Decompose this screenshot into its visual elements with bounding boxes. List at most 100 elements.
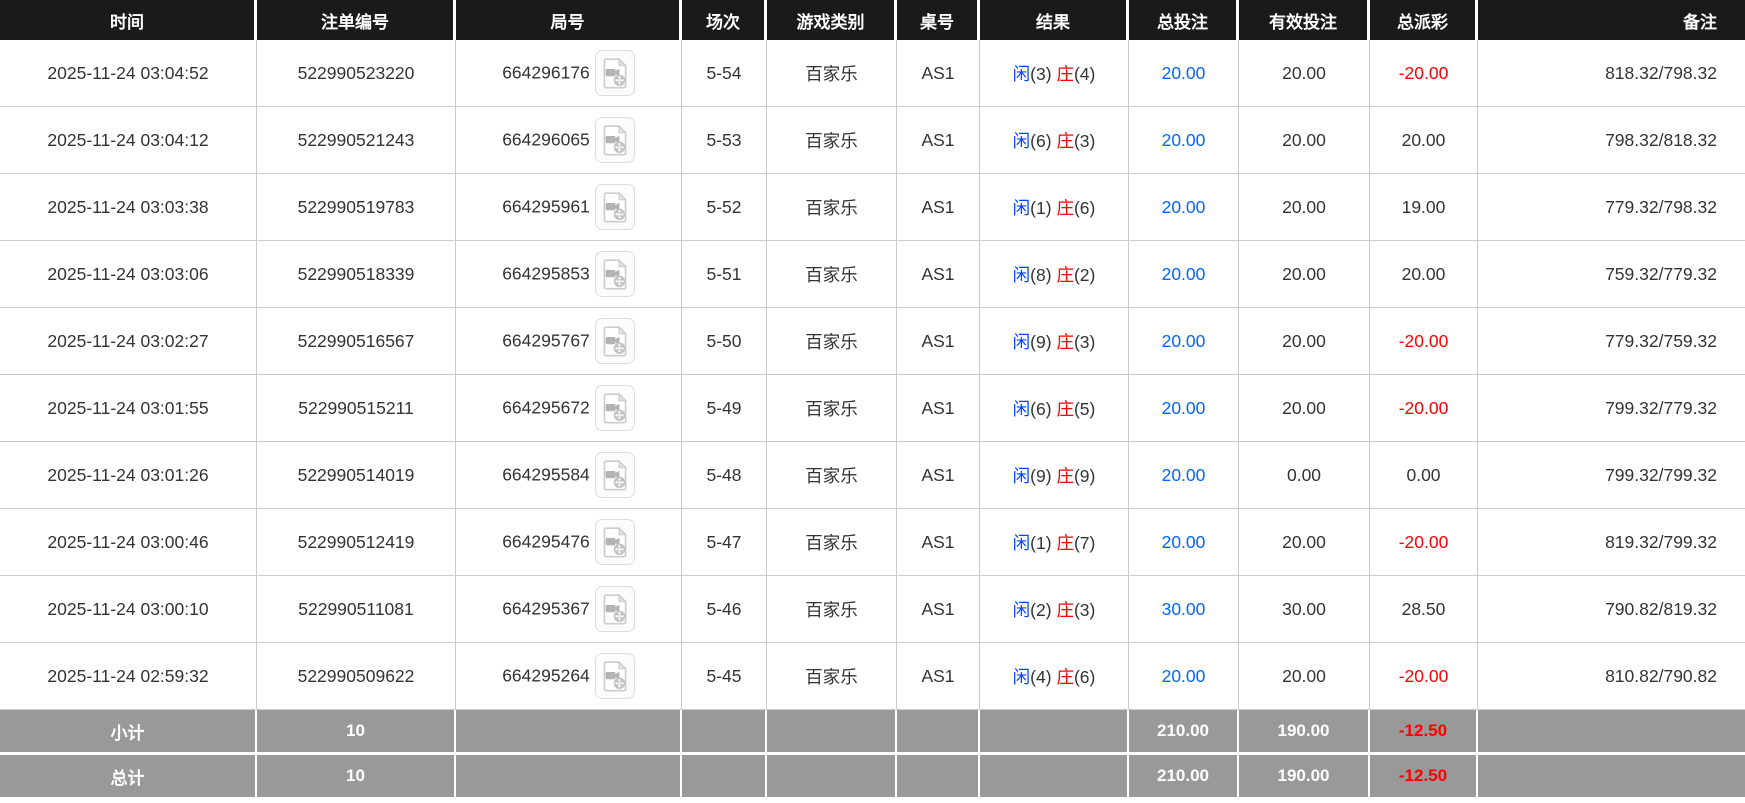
cell-table_no: AS1	[897, 308, 980, 375]
round-number: 664296176	[502, 63, 590, 83]
video-replay-button[interactable]	[595, 117, 635, 163]
column-header-payout: 总派彩	[1370, 0, 1478, 40]
subtotal-row-empty-cell	[767, 710, 897, 755]
cell-session: 5-48	[682, 442, 767, 509]
result-banker-count: (3)	[1074, 600, 1095, 620]
cell-round_no: 664295853	[456, 241, 682, 308]
cell-valid_bet: 0.00	[1239, 442, 1370, 509]
cell-time: 2025-11-24 03:04:12	[0, 107, 257, 174]
result-player-label: 闲	[1013, 667, 1031, 687]
cell-session: 5-49	[682, 375, 767, 442]
table-row: 2025-11-24 03:01:55522990515211664295672…	[0, 375, 1745, 442]
cell-time: 2025-11-24 03:01:26	[0, 442, 257, 509]
cell-remark: 819.32/799.32	[1478, 509, 1745, 576]
cell-session: 5-51	[682, 241, 767, 308]
cell-result: 闲(1) 庄(7)	[980, 509, 1129, 576]
total-row-empty-cell	[897, 755, 980, 799]
cell-session: 5-46	[682, 576, 767, 643]
cell-round_no: 664295264	[456, 643, 682, 710]
cell-game_type: 百家乐	[767, 509, 897, 576]
cell-round_no: 664296065	[456, 107, 682, 174]
cell-table_no: AS1	[897, 107, 980, 174]
result-player-count: (1)	[1030, 533, 1051, 553]
cell-valid_bet: 20.00	[1239, 643, 1370, 710]
video-replay-icon	[602, 458, 628, 492]
result-player-label: 闲	[1013, 265, 1031, 285]
cell-total_bet: 20.00	[1129, 308, 1239, 375]
cell-bet_no: 522990514019	[257, 442, 456, 509]
video-replay-button[interactable]	[595, 519, 635, 565]
column-header-result: 结果	[980, 0, 1129, 40]
cell-remark: 790.82/819.32	[1478, 576, 1745, 643]
result-player-label: 闲	[1013, 600, 1031, 620]
column-header-round_no: 局号	[456, 0, 682, 40]
cell-total_bet: 20.00	[1129, 509, 1239, 576]
cell-valid_bet: 20.00	[1239, 241, 1370, 308]
column-header-table_no: 桌号	[897, 0, 980, 40]
column-header-time: 时间	[0, 0, 257, 40]
total-row-payout: -12.50	[1370, 755, 1478, 799]
video-replay-icon	[602, 56, 628, 90]
video-replay-button[interactable]	[595, 586, 635, 632]
cell-remark: 798.32/818.32	[1478, 107, 1745, 174]
subtotal-row-total-bet: 210.00	[1129, 710, 1239, 755]
cell-table_no: AS1	[897, 375, 980, 442]
cell-remark: 810.82/790.82	[1478, 643, 1745, 710]
cell-game_type: 百家乐	[767, 40, 897, 107]
table-body: 2025-11-24 03:04:52522990523220664296176…	[0, 40, 1745, 710]
video-replay-button[interactable]	[595, 251, 635, 297]
video-replay-button[interactable]	[595, 452, 635, 498]
cell-total_bet: 20.00	[1129, 643, 1239, 710]
result-player-count: (4)	[1030, 667, 1051, 687]
cell-result: 闲(1) 庄(6)	[980, 174, 1129, 241]
cell-result: 闲(4) 庄(6)	[980, 643, 1129, 710]
table-row: 2025-11-24 03:04:52522990523220664296176…	[0, 40, 1745, 107]
cell-valid_bet: 30.00	[1239, 576, 1370, 643]
cell-valid_bet: 20.00	[1239, 509, 1370, 576]
cell-time: 2025-11-24 03:00:46	[0, 509, 257, 576]
cell-table_no: AS1	[897, 643, 980, 710]
cell-remark: 818.32/798.32	[1478, 40, 1745, 107]
video-replay-button[interactable]	[595, 653, 635, 699]
cell-game_type: 百家乐	[767, 442, 897, 509]
cell-bet_no: 522990511081	[257, 576, 456, 643]
result-banker-label: 庄	[1056, 533, 1074, 553]
cell-time: 2025-11-24 03:04:52	[0, 40, 257, 107]
cell-valid_bet: 20.00	[1239, 375, 1370, 442]
cell-total_bet: 20.00	[1129, 107, 1239, 174]
cell-payout: 19.00	[1370, 174, 1478, 241]
result-banker-label: 庄	[1056, 667, 1074, 687]
total-row-label: 总计	[0, 755, 257, 799]
round-number: 664295264	[502, 666, 590, 686]
cell-total_bet: 20.00	[1129, 375, 1239, 442]
cell-payout: 0.00	[1370, 442, 1478, 509]
video-replay-icon	[602, 592, 628, 626]
column-header-session: 场次	[682, 0, 767, 40]
video-replay-button[interactable]	[595, 184, 635, 230]
cell-session: 5-54	[682, 40, 767, 107]
result-player-label: 闲	[1013, 466, 1031, 486]
subtotal-row: 小计10210.00190.00-12.50	[0, 710, 1745, 755]
subtotal-row-count: 10	[257, 710, 456, 755]
video-replay-button[interactable]	[595, 385, 635, 431]
cell-time: 2025-11-24 02:59:32	[0, 643, 257, 710]
result-banker-label: 庄	[1056, 399, 1074, 419]
result-banker-count: (6)	[1074, 198, 1095, 218]
result-player-count: (1)	[1030, 198, 1051, 218]
result-banker-count: (7)	[1074, 533, 1095, 553]
column-header-total_bet: 总投注	[1129, 0, 1239, 40]
cell-round_no: 664295961	[456, 174, 682, 241]
cell-bet_no: 522990518339	[257, 241, 456, 308]
round-number: 664295476	[502, 532, 590, 552]
result-banker-label: 庄	[1056, 332, 1074, 352]
table-row: 2025-11-24 03:03:38522990519783664295961…	[0, 174, 1745, 241]
round-number: 664295584	[502, 465, 590, 485]
cell-round_no: 664295367	[456, 576, 682, 643]
round-number: 664295853	[502, 264, 590, 284]
video-replay-button[interactable]	[595, 50, 635, 96]
cell-valid_bet: 20.00	[1239, 308, 1370, 375]
subtotal-row-valid-bet: 190.00	[1239, 710, 1370, 755]
result-banker-count: (5)	[1074, 399, 1095, 419]
video-replay-button[interactable]	[595, 318, 635, 364]
cell-total_bet: 30.00	[1129, 576, 1239, 643]
